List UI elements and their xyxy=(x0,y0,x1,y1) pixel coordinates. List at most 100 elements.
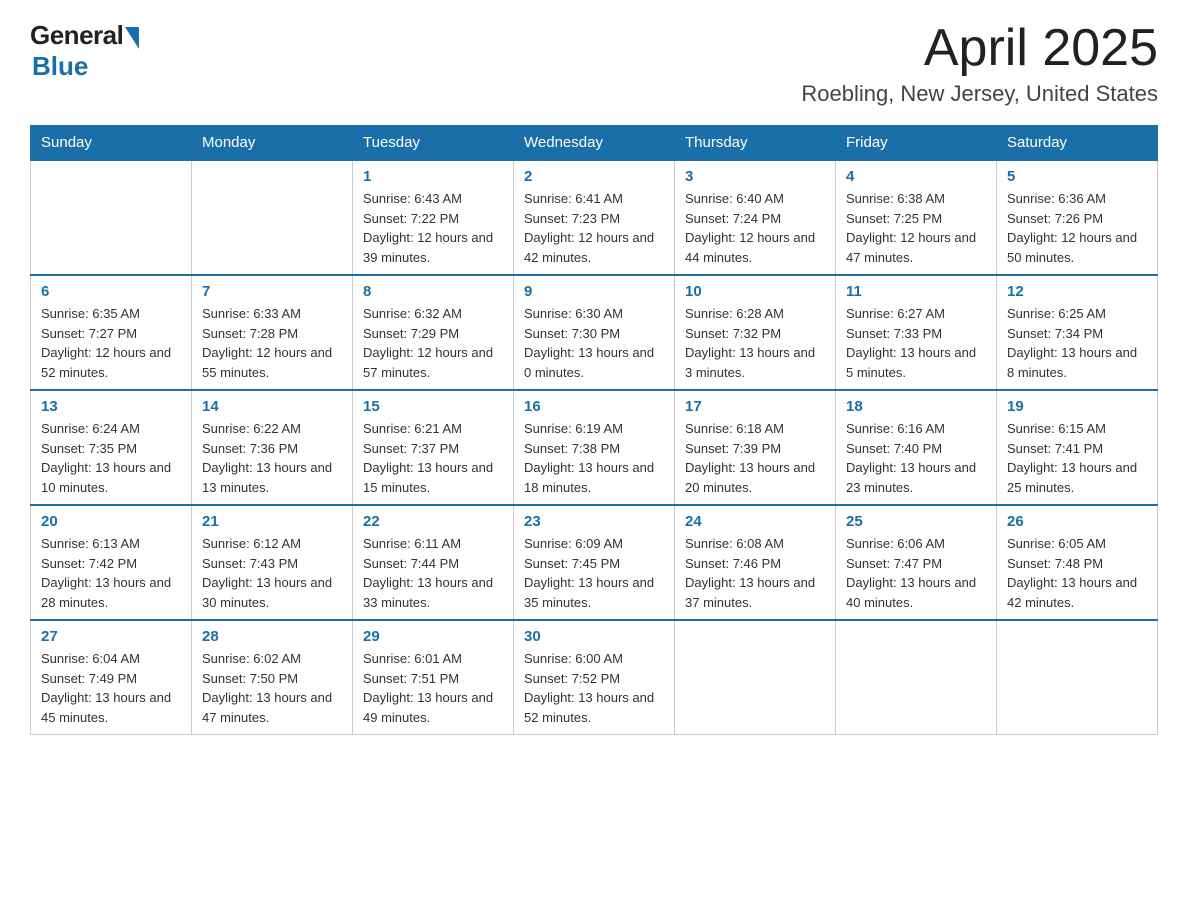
day-number: 7 xyxy=(202,283,342,300)
title-block: April 2025 Roebling, New Jersey, United … xyxy=(801,20,1158,107)
calendar-day-cell: 28Sunrise: 6:02 AMSunset: 7:50 PMDayligh… xyxy=(192,620,353,735)
day-number: 29 xyxy=(363,628,503,645)
calendar-day-cell: 19 Sunrise: 6:15 AMSunset: 7:41 PMDayligh… xyxy=(997,390,1158,505)
calendar-day-cell: 17 Sunrise: 6:18 AMSunset: 7:39 PMDayligh… xyxy=(675,390,836,505)
calendar-day-cell: 10Sunrise: 6:28 AMSunset: 7:32 PMDayligh… xyxy=(675,275,836,390)
day-info: Sunrise: 6:21 AMSunset: 7:37 PMDaylight:… xyxy=(363,419,503,497)
logo: General Blue xyxy=(30,20,139,82)
day-number: 30 xyxy=(524,628,664,645)
calendar-day-cell: 18 Sunrise: 6:16 AMSunset: 7:40 PMDayligh… xyxy=(836,390,997,505)
calendar-day-cell: 3Sunrise: 6:40 AMSunset: 7:24 PMDaylight… xyxy=(675,160,836,275)
day-number: 9 xyxy=(524,283,664,300)
day-number: 16 xyxy=(524,398,664,415)
day-info: Sunrise: 6:01 AMSunset: 7:51 PMDaylight:… xyxy=(363,649,503,727)
day-info: Sunrise: 6:35 AMSunset: 7:27 PMDaylight:… xyxy=(41,304,181,382)
day-number: 13 xyxy=(41,398,181,415)
day-number: 8 xyxy=(363,283,503,300)
calendar-day-cell: 4Sunrise: 6:38 AMSunset: 7:25 PMDaylight… xyxy=(836,160,997,275)
calendar-header-cell: Tuesday xyxy=(353,126,514,161)
calendar-day-cell: 6 Sunrise: 6:35 AMSunset: 7:27 PMDaylight… xyxy=(31,275,192,390)
calendar-day-cell: 22 Sunrise: 6:11 AMSunset: 7:44 PMDayligh… xyxy=(353,505,514,620)
location-title: Roebling, New Jersey, United States xyxy=(801,81,1158,107)
day-info: Sunrise: 6:18 AMSunset: 7:39 PMDaylight:… xyxy=(685,419,825,497)
day-number: 22 xyxy=(363,513,503,530)
day-info: Sunrise: 6:25 AMSunset: 7:34 PMDaylight:… xyxy=(1007,304,1147,382)
calendar-day-cell: 24 Sunrise: 6:08 AMSunset: 7:46 PMDayligh… xyxy=(675,505,836,620)
day-info: Sunrise: 6:12 AMSunset: 7:43 PMDaylight:… xyxy=(202,534,342,612)
calendar-day-cell xyxy=(31,160,192,275)
calendar-header-cell: Saturday xyxy=(997,126,1158,161)
day-info: Sunrise: 6:09 AMSunset: 7:45 PMDaylight:… xyxy=(524,534,664,612)
calendar-day-cell: 2 Sunrise: 6:41 AMSunset: 7:23 PMDaylight… xyxy=(514,160,675,275)
logo-general-text: General xyxy=(30,20,123,51)
calendar-day-cell: 9 Sunrise: 6:30 AMSunset: 7:30 PMDaylight… xyxy=(514,275,675,390)
calendar-day-cell: 1 Sunrise: 6:43 AMSunset: 7:22 PMDaylight… xyxy=(353,160,514,275)
day-number: 1 xyxy=(363,168,503,185)
day-number: 28 xyxy=(202,628,342,645)
day-info: Sunrise: 6:22 AMSunset: 7:36 PMDaylight:… xyxy=(202,419,342,497)
day-number: 18 xyxy=(846,398,986,415)
day-info: Sunrise: 6:19 AMSunset: 7:38 PMDaylight:… xyxy=(524,419,664,497)
calendar-week-row: 1 Sunrise: 6:43 AMSunset: 7:22 PMDaylight… xyxy=(31,160,1158,275)
page-header: General Blue April 2025 Roebling, New Je… xyxy=(30,20,1158,107)
calendar-day-cell: 16 Sunrise: 6:19 AMSunset: 7:38 PMDayligh… xyxy=(514,390,675,505)
calendar-body: 1 Sunrise: 6:43 AMSunset: 7:22 PMDaylight… xyxy=(31,160,1158,735)
calendar-day-cell: 30Sunrise: 6:00 AMSunset: 7:52 PMDayligh… xyxy=(514,620,675,735)
calendar-day-cell xyxy=(675,620,836,735)
day-info: Sunrise: 6:41 AMSunset: 7:23 PMDaylight:… xyxy=(524,189,664,267)
day-number: 23 xyxy=(524,513,664,530)
day-info: Sunrise: 6:05 AMSunset: 7:48 PMDaylight:… xyxy=(1007,534,1147,612)
day-info: Sunrise: 6:15 AMSunset: 7:41 PMDaylight:… xyxy=(1007,419,1147,497)
day-info: Sunrise: 6:24 AMSunset: 7:35 PMDaylight:… xyxy=(41,419,181,497)
calendar-table: SundayMondayTuesdayWednesdayThursdayFrid… xyxy=(30,125,1158,735)
day-number: 5 xyxy=(1007,168,1147,185)
day-number: 12 xyxy=(1007,283,1147,300)
calendar-day-cell: 11Sunrise: 6:27 AMSunset: 7:33 PMDayligh… xyxy=(836,275,997,390)
day-info: Sunrise: 6:38 AMSunset: 7:25 PMDaylight:… xyxy=(846,189,986,267)
day-info: Sunrise: 6:04 AMSunset: 7:49 PMDaylight:… xyxy=(41,649,181,727)
calendar-week-row: 13 Sunrise: 6:24 AMSunset: 7:35 PMDayligh… xyxy=(31,390,1158,505)
calendar-day-cell: 20Sunrise: 6:13 AMSunset: 7:42 PMDayligh… xyxy=(31,505,192,620)
day-info: Sunrise: 6:16 AMSunset: 7:40 PMDaylight:… xyxy=(846,419,986,497)
calendar-header-row: SundayMondayTuesdayWednesdayThursdayFrid… xyxy=(31,126,1158,161)
calendar-header-cell: Monday xyxy=(192,126,353,161)
calendar-week-row: 20Sunrise: 6:13 AMSunset: 7:42 PMDayligh… xyxy=(31,505,1158,620)
day-info: Sunrise: 6:33 AMSunset: 7:28 PMDaylight:… xyxy=(202,304,342,382)
day-number: 19 xyxy=(1007,398,1147,415)
day-number: 24 xyxy=(685,513,825,530)
day-number: 10 xyxy=(685,283,825,300)
calendar-day-cell xyxy=(836,620,997,735)
day-number: 14 xyxy=(202,398,342,415)
calendar-day-cell: 21 Sunrise: 6:12 AMSunset: 7:43 PMDayligh… xyxy=(192,505,353,620)
calendar-day-cell: 26 Sunrise: 6:05 AMSunset: 7:48 PMDayligh… xyxy=(997,505,1158,620)
day-number: 6 xyxy=(41,283,181,300)
calendar-day-cell xyxy=(997,620,1158,735)
calendar-day-cell: 5 Sunrise: 6:36 AMSunset: 7:26 PMDaylight… xyxy=(997,160,1158,275)
calendar-week-row: 27Sunrise: 6:04 AMSunset: 7:49 PMDayligh… xyxy=(31,620,1158,735)
logo-triangle-icon xyxy=(125,27,139,49)
calendar-header-cell: Wednesday xyxy=(514,126,675,161)
day-info: Sunrise: 6:27 AMSunset: 7:33 PMDaylight:… xyxy=(846,304,986,382)
calendar-day-cell: 29 Sunrise: 6:01 AMSunset: 7:51 PMDayligh… xyxy=(353,620,514,735)
day-number: 17 xyxy=(685,398,825,415)
calendar-day-cell: 8 Sunrise: 6:32 AMSunset: 7:29 PMDaylight… xyxy=(353,275,514,390)
calendar-day-cell: 7 Sunrise: 6:33 AMSunset: 7:28 PMDaylight… xyxy=(192,275,353,390)
calendar-header-cell: Friday xyxy=(836,126,997,161)
month-title: April 2025 xyxy=(801,20,1158,77)
calendar-day-cell: 27Sunrise: 6:04 AMSunset: 7:49 PMDayligh… xyxy=(31,620,192,735)
day-number: 21 xyxy=(202,513,342,530)
day-info: Sunrise: 6:08 AMSunset: 7:46 PMDaylight:… xyxy=(685,534,825,612)
calendar-day-cell: 23 Sunrise: 6:09 AMSunset: 7:45 PMDayligh… xyxy=(514,505,675,620)
day-number: 2 xyxy=(524,168,664,185)
calendar-header-cell: Sunday xyxy=(31,126,192,161)
day-info: Sunrise: 6:32 AMSunset: 7:29 PMDaylight:… xyxy=(363,304,503,382)
day-info: Sunrise: 6:30 AMSunset: 7:30 PMDaylight:… xyxy=(524,304,664,382)
calendar-day-cell: 14 Sunrise: 6:22 AMSunset: 7:36 PMDayligh… xyxy=(192,390,353,505)
day-number: 3 xyxy=(685,168,825,185)
calendar-day-cell: 12 Sunrise: 6:25 AMSunset: 7:34 PMDayligh… xyxy=(997,275,1158,390)
day-info: Sunrise: 6:11 AMSunset: 7:44 PMDaylight:… xyxy=(363,534,503,612)
day-info: Sunrise: 6:43 AMSunset: 7:22 PMDaylight:… xyxy=(363,189,503,267)
day-info: Sunrise: 6:13 AMSunset: 7:42 PMDaylight:… xyxy=(41,534,181,612)
day-number: 26 xyxy=(1007,513,1147,530)
day-info: Sunrise: 6:36 AMSunset: 7:26 PMDaylight:… xyxy=(1007,189,1147,267)
